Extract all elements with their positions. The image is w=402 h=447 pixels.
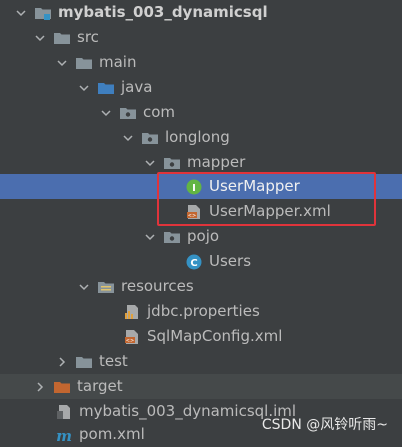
properties-file-icon bbox=[123, 303, 141, 321]
tree-item-label: pojo bbox=[187, 227, 220, 245]
tree-item-src[interactable]: src bbox=[0, 25, 402, 50]
tree-item-label: pom.xml bbox=[79, 425, 145, 443]
tree-item-label: com bbox=[143, 103, 176, 121]
chevron-down-icon[interactable] bbox=[55, 56, 69, 70]
tree-item-com[interactable]: com bbox=[0, 100, 402, 125]
chevron-down-icon[interactable] bbox=[143, 156, 157, 170]
tree-item-target[interactable]: target bbox=[0, 374, 402, 399]
tree-item-jdbc-properties[interactable]: jdbc.properties bbox=[0, 299, 402, 324]
tree-item-label: mybatis_003_dynamicsql bbox=[58, 3, 268, 21]
tree-item-label: main bbox=[99, 53, 137, 71]
project-tree: mybatis_003_dynamicsql src main java com… bbox=[0, 0, 402, 445]
tree-item-project-root[interactable]: mybatis_003_dynamicsql bbox=[0, 0, 402, 25]
maven-icon: m bbox=[55, 426, 73, 444]
tree-item-label: src bbox=[77, 28, 99, 46]
chevron-right-icon[interactable] bbox=[55, 355, 69, 369]
excluded-folder-icon bbox=[53, 378, 71, 396]
package-icon bbox=[163, 154, 181, 172]
svg-text:C: C bbox=[190, 258, 197, 269]
tree-item-label: java bbox=[121, 78, 153, 96]
tree-item-users[interactable]: C Users bbox=[0, 249, 402, 274]
chevron-down-icon[interactable] bbox=[77, 81, 91, 95]
tree-item-label: jdbc.properties bbox=[147, 302, 260, 320]
folder-icon bbox=[75, 353, 93, 371]
svg-text:m: m bbox=[56, 427, 72, 443]
tree-item-label: Users bbox=[209, 252, 252, 270]
tree-item-label: SqlMapConfig.xml bbox=[147, 327, 283, 345]
chevron-down-icon[interactable] bbox=[77, 280, 91, 294]
resources-folder-icon bbox=[97, 278, 115, 296]
tree-item-sqlmapconfig-xml[interactable]: <> SqlMapConfig.xml bbox=[0, 324, 402, 349]
chevron-down-icon[interactable] bbox=[99, 106, 113, 120]
source-folder-icon bbox=[97, 79, 115, 97]
highlight-box bbox=[157, 172, 376, 226]
tree-item-longlong[interactable]: longlong bbox=[0, 125, 402, 150]
tree-item-pojo[interactable]: pojo bbox=[0, 224, 402, 249]
iml-file-icon bbox=[55, 403, 73, 421]
folder-icon bbox=[53, 29, 71, 47]
tree-item-label: resources bbox=[121, 277, 194, 295]
tree-item-label: longlong bbox=[165, 128, 230, 146]
tree-item-test[interactable]: test bbox=[0, 349, 402, 374]
chevron-right-icon[interactable] bbox=[33, 380, 47, 394]
tree-item-label: target bbox=[77, 377, 123, 395]
package-icon bbox=[141, 129, 159, 147]
chevron-down-icon[interactable] bbox=[121, 131, 135, 145]
package-icon bbox=[119, 104, 137, 122]
chevron-down-icon[interactable] bbox=[33, 31, 47, 45]
watermark: CSDN @风铃听雨~ bbox=[261, 417, 388, 433]
xml-file-icon: <> bbox=[123, 328, 141, 346]
module-folder-icon bbox=[34, 4, 52, 22]
tree-item-resources[interactable]: resources bbox=[0, 274, 402, 299]
tree-item-java[interactable]: java bbox=[0, 75, 402, 100]
package-icon bbox=[163, 228, 181, 246]
tree-item-main[interactable]: main bbox=[0, 50, 402, 75]
folder-icon bbox=[75, 54, 93, 72]
chevron-down-icon[interactable] bbox=[14, 6, 28, 20]
chevron-down-icon[interactable] bbox=[143, 230, 157, 244]
class-icon: C bbox=[185, 253, 203, 271]
tree-item-label: test bbox=[99, 352, 128, 370]
svg-text:<>: <> bbox=[126, 338, 134, 344]
